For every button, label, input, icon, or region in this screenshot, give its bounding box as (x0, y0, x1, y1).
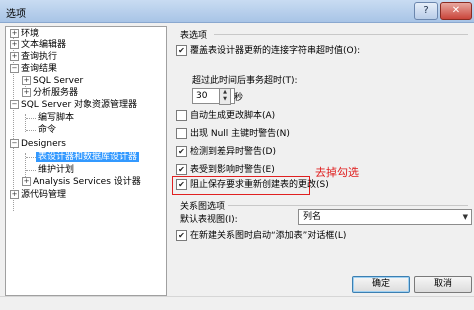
checkbox-icon[interactable] (176, 128, 187, 139)
checkbox-label: 在新建关系图时启动“添加表”对话框(L) (190, 231, 347, 241)
auto-generate-script-checkbox[interactable]: 自动生成更改脚本(A) (176, 110, 275, 122)
check-icon[interactable]: ✔ (176, 146, 187, 157)
table-affected-warning-checkbox[interactable]: ✔ 表受到影响时警告(E) (176, 164, 275, 176)
diagram-options-heading: 关系图选项 (180, 202, 226, 212)
difference-warning-checkbox[interactable]: ✔ 检测到差异时警告(D) (176, 146, 276, 158)
tree-item-label: Designers (21, 139, 66, 149)
expand-icon[interactable]: + (22, 88, 31, 97)
expand-icon[interactable]: + (22, 177, 31, 186)
options-dialog: 选项 ? ✕ + 环境 + 文本编辑器 + 查询执行 − 查询结果 + SQL Serve… (0, 0, 474, 310)
default-view-select[interactable]: 列名 ▼ (298, 209, 472, 225)
tree-connector (26, 118, 36, 119)
checkbox-label: 出现 Null 主键时警告(N) (190, 129, 290, 139)
default-view-label: 默认表视图(I): (180, 215, 238, 225)
tree-item-environment[interactable]: + 环境 (10, 29, 39, 40)
tree-item-label: SQL Server (33, 76, 84, 86)
close-button[interactable]: ✕ (440, 2, 472, 20)
tree-item-label: 维护计划 (38, 165, 75, 175)
options-tree[interactable]: + 环境 + 文本编辑器 + 查询执行 − 查询结果 + SQL Server + 分析服务… (5, 26, 167, 296)
checkbox-label: 覆盖表设计器更新的连接字符串超时值(O): (190, 46, 361, 56)
collapse-icon[interactable]: − (10, 100, 19, 109)
tree-item-label: 编写脚本 (38, 113, 75, 123)
help-button[interactable]: ? (414, 2, 438, 20)
checkbox-label: 表受到影响时警告(E) (190, 165, 275, 175)
check-icon[interactable]: ✔ (176, 179, 187, 190)
tree-item-analysis-server[interactable]: + 分析服务器 (22, 88, 78, 99)
tree-item-query-results[interactable]: − 查询结果 (10, 64, 57, 75)
collapse-icon[interactable]: − (10, 139, 19, 148)
check-icon[interactable]: ✔ (176, 230, 187, 241)
annotation-text: 去掉勾选 (315, 166, 359, 179)
tree-item-object-explorer[interactable]: − SQL Server 对象资源管理器 (10, 100, 137, 111)
cancel-button[interactable]: 取消 (414, 276, 472, 293)
checkbox-label: 自动生成更改脚本(A) (190, 111, 276, 121)
expand-icon[interactable]: + (10, 29, 19, 38)
expand-icon[interactable]: + (22, 76, 31, 85)
tree-item-label: 源代码管理 (21, 190, 67, 200)
chevron-down-icon[interactable]: ▼ (463, 210, 468, 224)
tree-item-text-editor[interactable]: + 文本编辑器 (10, 40, 66, 51)
override-timeout-checkbox[interactable]: ✔ 覆盖表设计器更新的连接字符串超时值(O): (176, 45, 360, 57)
tree-connector (26, 170, 36, 171)
select-value: 列名 (303, 212, 322, 222)
checkbox-label: 阻止保存要求重新创建表的更改(S) (190, 180, 329, 190)
checkbox-icon[interactable] (176, 110, 187, 121)
timeout-unit: 秒 (234, 93, 244, 103)
tree-item-maintenance-plans[interactable]: 维护计划 (38, 165, 74, 176)
footer-divider (0, 296, 474, 297)
window-title: 选项 (6, 9, 26, 20)
tree-item-source-control[interactable]: + 源代码管理 (10, 190, 66, 201)
add-table-dialog-checkbox[interactable]: ✔ 在新建关系图时启动“添加表”对话框(L) (176, 230, 346, 242)
null-primary-key-warning-checkbox[interactable]: 出现 Null 主键时警告(N) (176, 128, 290, 140)
tree-item-label: 查询结果 (21, 64, 58, 74)
title-bar: 选项 ? ✕ (0, 0, 474, 23)
collapse-icon[interactable]: − (10, 64, 19, 73)
spin-down-icon[interactable]: ▼ (220, 96, 230, 103)
prevent-recreate-tables-checkbox[interactable]: ✔ 阻止保存要求重新创建表的更改(S) (176, 179, 329, 191)
tree-item-label: 文本编辑器 (21, 40, 67, 50)
tree-item-scripting[interactable]: 编写脚本 (38, 113, 74, 124)
tree-item-sql-server[interactable]: + SQL Server (22, 76, 83, 87)
options-content: 表选项 ✔ 覆盖表设计器更新的连接字符串超时值(O): 超过此时间后事务超时(T)… (170, 26, 472, 294)
tree-connector (26, 130, 36, 131)
tree-item-label: 环境 (21, 29, 40, 39)
expand-icon[interactable]: + (10, 52, 19, 61)
tree-item-label: 分析服务器 (33, 88, 79, 98)
tree-item-label: 查询执行 (21, 52, 58, 62)
tree-item-label: SQL Server 对象资源管理器 (21, 100, 138, 110)
tree-item-label: 表设计器和数据库设计器 (36, 152, 140, 162)
ok-button[interactable]: 确定 (352, 276, 410, 293)
spin-up-icon[interactable]: ▲ (220, 89, 230, 96)
tree-item-designers[interactable]: − Designers (10, 139, 66, 150)
tree-item-label: 命令 (38, 125, 57, 135)
timeout-spinner[interactable]: ▲ ▼ (219, 88, 231, 105)
table-options-heading: 表选项 (180, 31, 208, 41)
tree-item-table-designers[interactable]: 表设计器和数据库设计器 (36, 152, 140, 163)
group-divider (228, 205, 468, 206)
tree-item-commands[interactable]: 命令 (38, 125, 56, 136)
tree-item-analysis-designers[interactable]: + Analysis Services 设计器 (22, 177, 141, 188)
timeout-label: 超过此时间后事务超时(T): (192, 76, 298, 86)
tree-connector (26, 157, 36, 158)
expand-icon[interactable]: + (10, 40, 19, 49)
tree-item-query-execution[interactable]: + 查询执行 (10, 52, 57, 63)
tree-item-label: Analysis Services 设计器 (33, 177, 141, 187)
expand-icon[interactable]: + (10, 190, 19, 199)
group-divider (214, 34, 468, 35)
check-icon[interactable]: ✔ (176, 164, 187, 175)
check-icon[interactable]: ✔ (176, 45, 187, 56)
checkbox-label: 检测到差异时警告(D) (190, 147, 276, 157)
